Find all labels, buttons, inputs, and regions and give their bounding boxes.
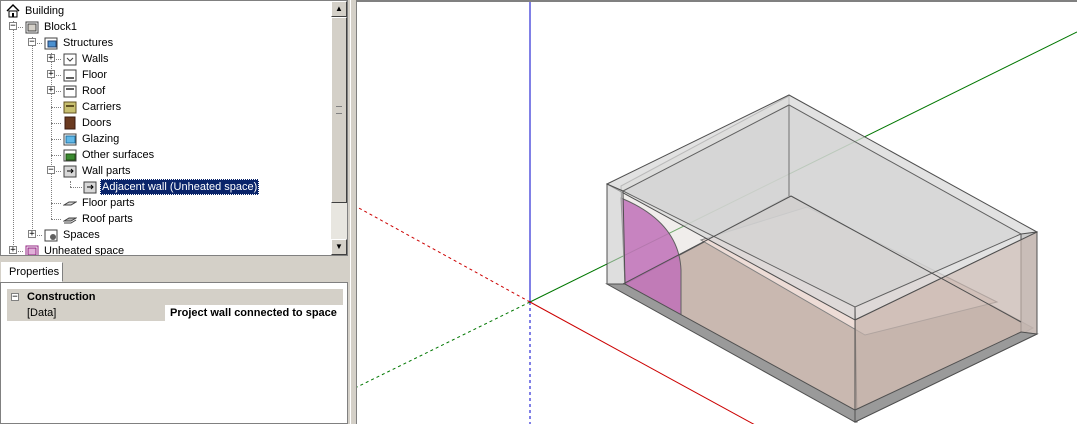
expand-toggle[interactable]: + xyxy=(47,54,55,63)
property-name: [Data] xyxy=(7,305,165,321)
scroll-down-button[interactable]: ▼ xyxy=(331,239,347,255)
tree-item-carriers[interactable]: Carriers xyxy=(1,99,301,115)
door-icon xyxy=(64,116,76,130)
tree-item-building[interactable]: Building xyxy=(1,3,301,19)
expand-toggle[interactable]: + xyxy=(28,230,36,239)
collapse-toggle[interactable]: − xyxy=(28,38,36,47)
tree-scrollbar[interactable]: ▲ ▼ xyxy=(331,1,347,255)
scroll-thumb[interactable] xyxy=(331,17,347,203)
collapse-toggle[interactable]: − xyxy=(9,22,17,31)
tree-item-other-surfaces[interactable]: Other surfaces xyxy=(1,147,301,163)
adjacent-wall-icon xyxy=(83,181,97,194)
scroll-up-button[interactable]: ▲ xyxy=(331,1,347,17)
building-tree[interactable]: Building − Block1 − Structures + Walls +… xyxy=(0,0,348,256)
tree-item-label: Roof xyxy=(82,85,106,97)
tree-item-roof[interactable]: + Roof xyxy=(1,83,301,99)
tree-item-label: Building xyxy=(25,5,65,17)
floor-parts-icon xyxy=(63,201,77,206)
tab-properties[interactable]: Properties xyxy=(1,262,63,282)
tree-item-block1[interactable]: − Block1 xyxy=(1,19,301,35)
tree-item-label: Roof parts xyxy=(82,213,133,225)
tree-item-label: Glazing xyxy=(82,133,120,145)
tree-item-label: Floor parts xyxy=(82,197,135,209)
block-icon xyxy=(25,21,39,34)
tree-item-label: Carriers xyxy=(82,101,122,113)
collapse-toggle[interactable]: − xyxy=(47,166,55,175)
tree-item-wall-parts[interactable]: − Wall parts xyxy=(1,163,301,179)
category-label: Construction xyxy=(27,291,96,303)
collapse-toggle[interactable]: − xyxy=(11,293,19,302)
other-surfaces-icon xyxy=(63,149,77,162)
tree-item-floor-parts[interactable]: Floor parts xyxy=(1,195,301,211)
property-value[interactable]: Project wall connected to space xyxy=(167,305,343,321)
expand-toggle[interactable]: + xyxy=(47,70,55,79)
tree-item-spaces[interactable]: + Spaces xyxy=(1,227,301,243)
tree-item-doors[interactable]: Doors xyxy=(1,115,301,131)
tree-item-label: Floor xyxy=(82,69,108,81)
tree-item-label: Unheated space xyxy=(44,245,125,256)
3d-viewport[interactable] xyxy=(357,0,1077,424)
3d-scene xyxy=(357,2,1077,424)
roof-icon xyxy=(63,85,77,98)
properties-panel: − Construction [Data] Project wall conne… xyxy=(0,282,348,424)
walls-icon xyxy=(63,53,77,66)
left-pane: Building − Block1 − Structures + Walls +… xyxy=(0,0,350,424)
glazing-icon xyxy=(63,133,77,146)
y-axis-negative xyxy=(357,301,531,388)
wall-parts-icon xyxy=(63,165,77,178)
tree-item-roof-parts[interactable]: Roof parts xyxy=(1,211,301,227)
tree-item-label: Block1 xyxy=(44,21,78,33)
tree-item-adjacent-wall[interactable]: Adjacent wall (Unheated space) xyxy=(1,179,301,195)
tree-item-structures[interactable]: − Structures xyxy=(1,35,301,51)
building-icon xyxy=(6,4,20,18)
left-wall xyxy=(606,183,626,285)
unheated-space-icon xyxy=(25,245,39,255)
spaces-icon xyxy=(44,229,58,242)
vertical-splitter[interactable] xyxy=(350,0,357,424)
tree-item-glazing[interactable]: Glazing xyxy=(1,131,301,147)
floor-icon xyxy=(63,69,77,82)
property-row[interactable]: [Data] Project wall connected to space xyxy=(7,305,343,321)
tree-item-label: Spaces xyxy=(63,229,100,241)
tree-item-label: Walls xyxy=(82,53,109,65)
tree-item-label: Adjacent wall (Unheated space) xyxy=(100,179,260,195)
carriers-icon xyxy=(63,101,77,114)
roof-parts-icon xyxy=(63,217,77,224)
structures-icon xyxy=(44,37,58,50)
tree-item-label: Wall parts xyxy=(82,165,131,177)
expand-toggle[interactable]: + xyxy=(47,86,55,95)
tree-item-label: Structures xyxy=(63,37,114,49)
property-category[interactable]: − Construction xyxy=(7,289,343,305)
tree-item-label: Doors xyxy=(82,117,112,129)
expand-toggle[interactable]: + xyxy=(9,246,17,255)
tree-item-unheated-space[interactable]: + Unheated space xyxy=(1,243,301,256)
x-axis-negative xyxy=(357,206,531,303)
tree-item-floor[interactable]: + Floor xyxy=(1,67,301,83)
tree-item-label: Other surfaces xyxy=(82,149,155,161)
tree-item-walls[interactable]: + Walls xyxy=(1,51,301,67)
